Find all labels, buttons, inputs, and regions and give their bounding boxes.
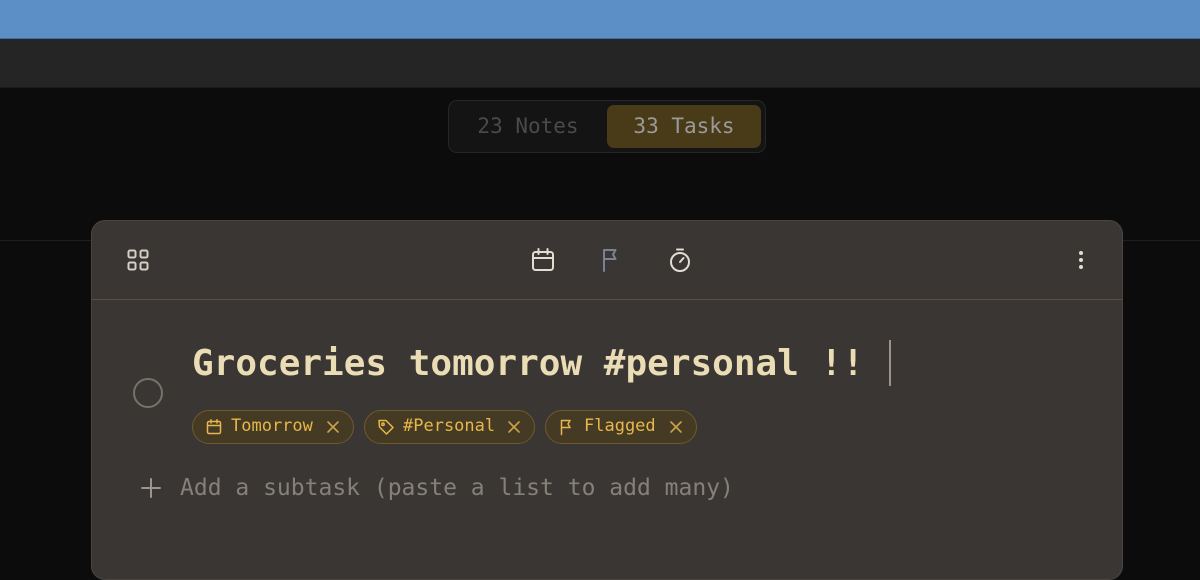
add-subtask-placeholder: Add a subtask (paste a list to add many) [180, 475, 734, 501]
tag-chip-label: #Personal [403, 416, 496, 436]
date-chip-label: Tomorrow [231, 416, 313, 436]
task-editor-panel: Groceries tomorrow #personal !! Tomorrow [91, 220, 1123, 580]
remove-date-chip-close-icon[interactable] [325, 419, 341, 435]
text-caret [889, 340, 891, 386]
date-chip[interactable]: Tomorrow [192, 410, 354, 444]
desktop-top-strip [0, 0, 1200, 39]
flag-chip[interactable]: Flagged [545, 410, 697, 444]
tag-icon [377, 418, 395, 436]
tasks-segment[interactable]: 33 Tasks [607, 105, 761, 148]
grid-icon[interactable] [124, 246, 152, 274]
remove-flag-chip-close-icon[interactable] [668, 419, 684, 435]
flag-chip-label: Flagged [584, 416, 656, 436]
calendar-icon[interactable] [529, 246, 557, 274]
remove-tag-chip-close-icon[interactable] [506, 419, 522, 435]
flag-icon[interactable] [598, 246, 626, 274]
task-title-input[interactable]: Groceries tomorrow #personal !! [192, 338, 864, 390]
more-vertical-icon[interactable] [1067, 246, 1095, 274]
window-titlebar [0, 39, 1200, 88]
tag-chip[interactable]: #Personal [364, 410, 535, 444]
notes-tasks-segmented-control: 23 Notes 33 Tasks [448, 100, 766, 153]
timer-icon[interactable] [666, 246, 694, 274]
plus-icon [140, 477, 162, 499]
flag-icon [558, 418, 576, 436]
task-complete-checkbox[interactable] [133, 378, 163, 408]
notes-segment[interactable]: 23 Notes [453, 105, 603, 148]
task-toolbar [92, 221, 1122, 300]
calendar-icon [205, 418, 223, 436]
